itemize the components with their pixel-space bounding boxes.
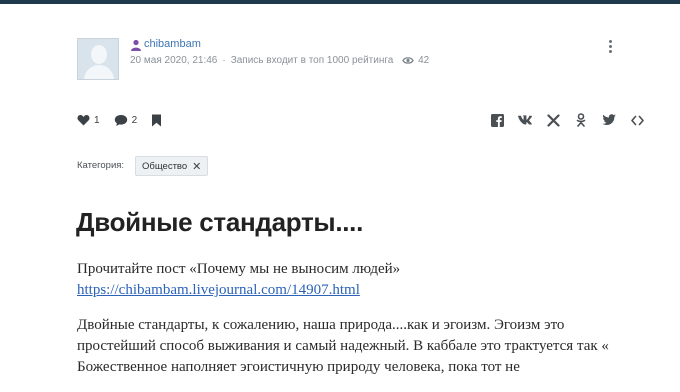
odnoklassniki-icon [576,113,586,127]
rating-note[interactable]: Запись входит в топ 1000 рейтинга [231,55,394,66]
likes-count: 1 [94,114,100,126]
more-icon[interactable] [609,40,613,54]
avatar[interactable] [77,38,119,80]
comment-icon [114,114,127,126]
post-actions: 1 2 [77,112,180,128]
comments-button[interactable]: 2 [114,114,138,127]
category-name: Общество [142,160,188,172]
share-vk[interactable] [517,112,533,128]
like-button[interactable]: 1 [77,114,100,126]
avatar-head [91,45,107,64]
category-label: Категория: [77,160,125,171]
bookmark-button[interactable] [151,114,166,127]
paragraph-1: Прочитайте пост «Почему мы не выносим лю… [77,259,637,301]
paragraph-1-text: Прочитайте пост «Почему мы не выносим лю… [77,261,401,277]
post-date: 20 мая 2020, 21:46 [130,55,218,66]
share-odnoklassniki[interactable] [573,112,589,128]
post-body: Прочитайте пост «Почему мы не выносим лю… [77,259,637,392]
paragraph-2: Двойные стандарты, к сожалению, наша при… [77,317,609,375]
category-tag[interactable]: Общество ✕ [135,156,209,176]
share-facebook[interactable] [489,112,505,128]
comments-count: 2 [131,114,138,126]
views-count: 42 [418,55,430,66]
vk-icon [518,115,532,125]
embed-button[interactable] [629,112,645,128]
heart-icon [77,115,90,126]
author-link[interactable]: chibambam [144,38,201,50]
share-twitter[interactable] [601,112,617,128]
facebook-icon [490,113,504,127]
share-twitter-alt[interactable] [545,112,561,128]
share-bar [489,112,657,128]
avatar-body [84,65,114,79]
post-meta: 20 мая 2020, 21:46 · Запись входит в топ 1… [130,55,430,66]
top-bar [0,0,680,4]
eye-icon [402,57,414,64]
post-title: Двойные стандарты.... [76,207,364,237]
embed-icon [630,115,644,125]
user-icon [131,39,141,51]
bookmark-icon [152,114,162,126]
twitter-share-icon [546,113,560,127]
close-icon[interactable]: ✕ [192,160,201,173]
post-link[interactable]: https://chibambam.livejournal.com/14907.… [77,282,360,298]
twitter-icon [602,114,616,125]
